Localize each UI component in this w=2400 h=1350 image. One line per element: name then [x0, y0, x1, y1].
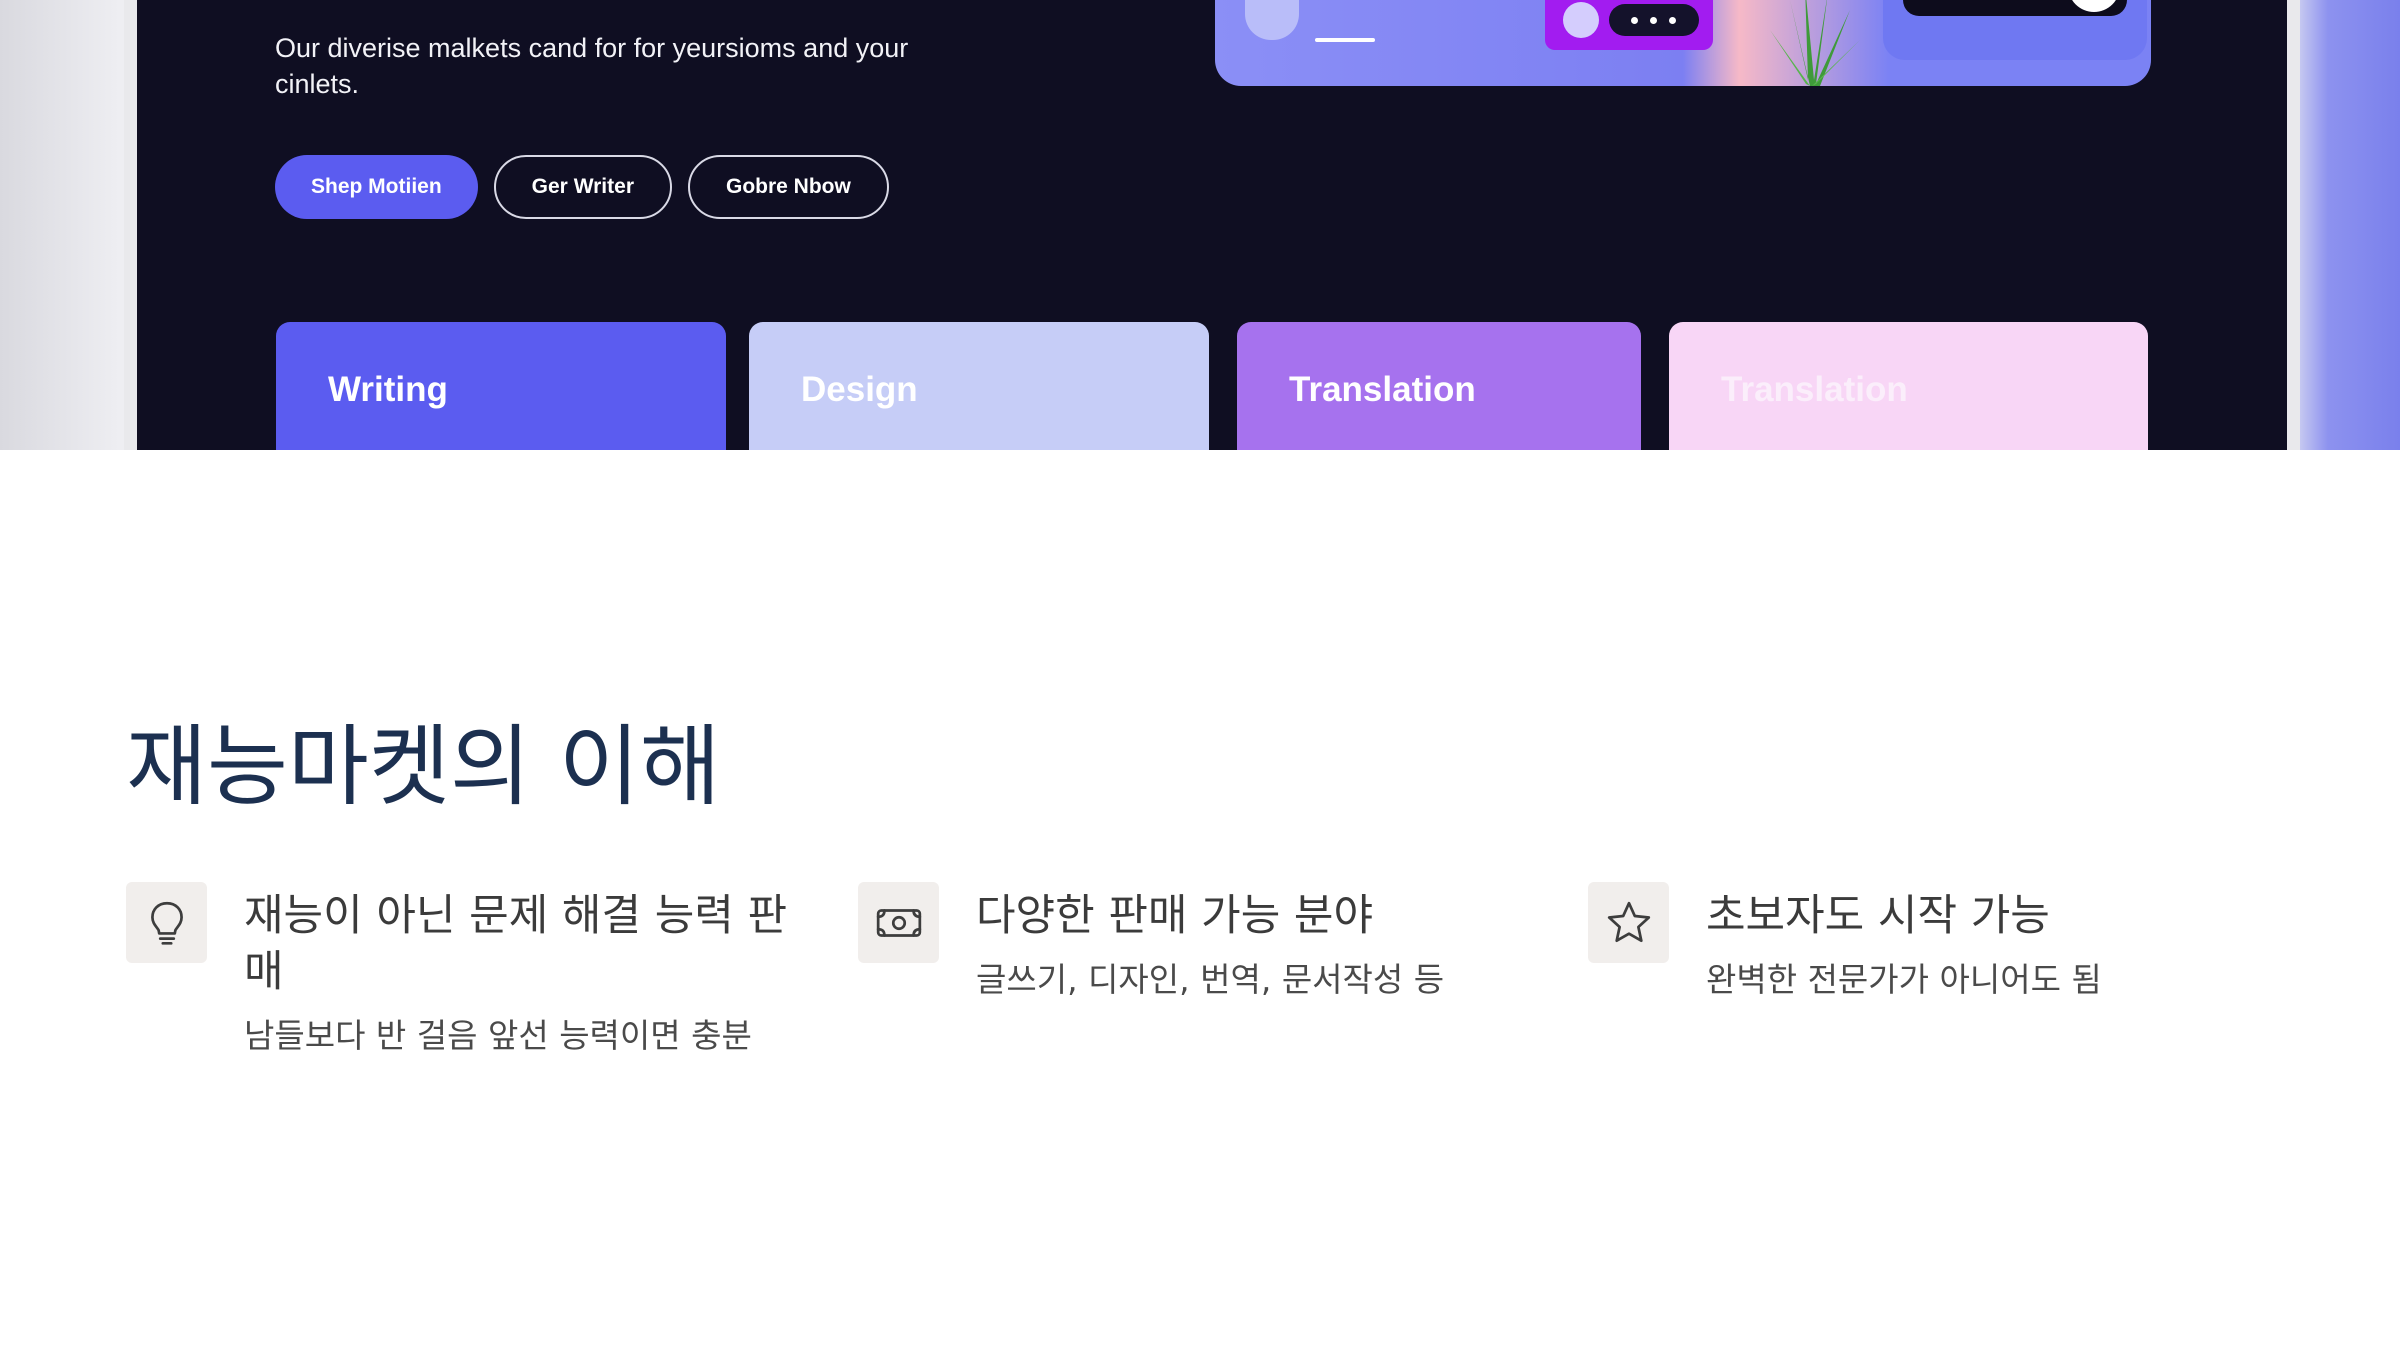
feature-description: 완벽한 전문가가 아니어도 됨 [1706, 960, 2102, 999]
star-icon [1588, 882, 1669, 963]
get-writer-button[interactable]: Ger Writer [493, 155, 672, 219]
device-card [1883, 0, 2147, 60]
feature-text: 재능이 아닌 문제 해결 능력 판매 남들보다 반 걸음 앞선 능력이면 충분 [244, 882, 804, 1058]
lamp-shape [1245, 0, 1299, 40]
dash-line [1315, 38, 1375, 42]
avatar-dot [1563, 2, 1599, 38]
explore-now-button[interactable]: Gobre Nbow [688, 155, 889, 219]
feature-title: 초보자도 시작 가능 [1706, 891, 2050, 941]
chat-chip [1545, 0, 1713, 50]
feature-text: 초보자도 시작 가능 완벽한 전문가가 아니어도 됨 [1706, 882, 2306, 1002]
feature-description: 글쓰기, 디자인, 번역, 문서작성 등 [976, 960, 1445, 999]
feature-title: 재능이 아닌 문제 해결 능력 판매 [244, 891, 788, 997]
hero-screenshot: Our diverise malkets cand for for yeursi… [0, 0, 2400, 450]
feature-text: 다양한 판매 가능 분야 글쓰기, 디자인, 번역, 문서작성 등 [976, 882, 1556, 1002]
typing-indicator-icon [1609, 4, 1699, 36]
feature-title: 다양한 판매 가능 분야 [976, 891, 1374, 941]
section-title: 재능마켓의 이해 [126, 715, 721, 818]
category-card-writing[interactable]: Writing [276, 322, 726, 450]
lightbulb-icon [126, 882, 207, 963]
hero-button-group: Shep Motiien Ger Writer Gobre Nbow [275, 155, 889, 219]
category-card-design[interactable]: Design [749, 322, 1209, 450]
plant-icon [1770, 0, 1860, 86]
shop-button[interactable]: Shep Motiien [275, 155, 478, 219]
hero-description: Our diverise malkets cand for for yeursi… [275, 33, 909, 99]
category-card-translation[interactable]: Translation [1237, 322, 1641, 450]
hero-illustration [1215, 0, 2151, 86]
category-card-translation-2[interactable]: Translation [1669, 322, 2148, 450]
feature-description: 남들보다 반 걸음 앞선 능력이면 충분 [244, 1016, 752, 1055]
money-icon [858, 882, 939, 963]
